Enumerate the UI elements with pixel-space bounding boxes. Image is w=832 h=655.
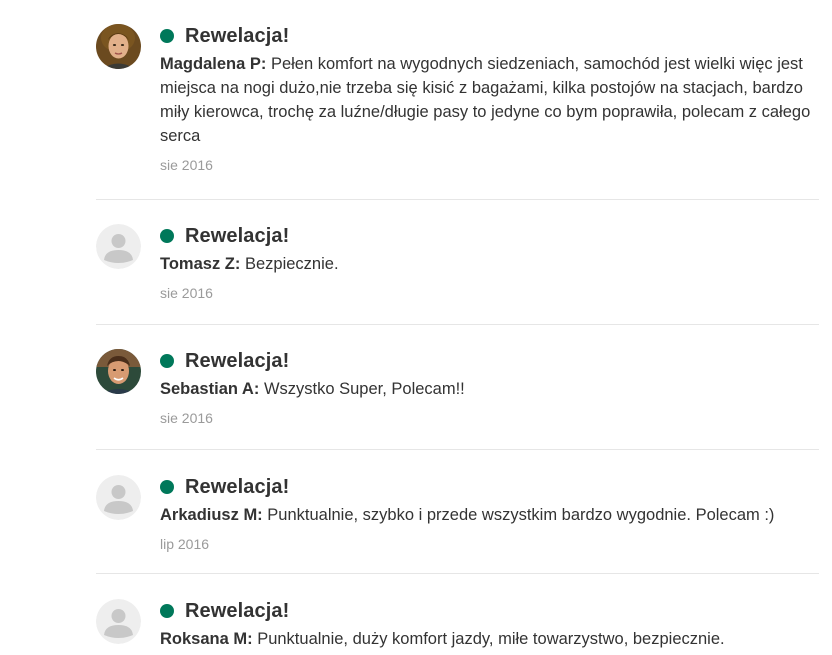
default-user-avatar[interactable] [96,475,141,520]
review-text: Arkadiusz M: Punktualnie, szybko i przed… [160,503,819,527]
rating-label: Rewelacja! [185,24,290,47]
review-content: Rewelacja! Sebastian A: Wszystko Super, … [160,349,819,426]
rating-label: Rewelacja! [185,475,290,498]
rating-dot-icon [160,29,174,43]
rating-dot-icon [160,480,174,494]
rating-label: Rewelacja! [185,349,290,372]
rating-row: Rewelacja! [160,224,819,248]
review-date: sie 2016 [160,157,213,173]
default-user-avatar[interactable] [96,224,141,269]
review-date: sie 2016 [160,285,213,301]
rating-row: Rewelacja! [160,349,819,373]
review-content: Rewelacja! Magdalena P: Pełen komfort na… [160,24,819,173]
review-body: Punktualnie, szybko i przede wszystkim b… [267,506,775,524]
review-content: Rewelacja! Arkadiusz M: Punktualnie, szy… [160,475,819,552]
review-content: Rewelacja! Tomasz Z: Bezpiecznie. sie 20… [160,224,819,301]
review-item: Rewelacja! Magdalena P: Pełen komfort na… [96,0,819,200]
photo-man-avatar[interactable] [96,349,141,394]
rating-row: Rewelacja! [160,475,819,499]
review-date: lip 2016 [160,536,210,552]
rating-row: Rewelacja! [160,24,819,48]
photo-woman-avatar[interactable] [96,24,141,69]
review-body: Wszystko Super, Polecam!! [263,380,465,398]
review-item: Rewelacja! Tomasz Z: Bezpiecznie. sie 20… [96,200,819,325]
rating-row: Rewelacja! [160,599,819,623]
review-text: Magdalena P: Pełen komfort na wygodnych … [160,52,819,148]
rating-dot-icon [160,604,174,618]
review-body: Bezpiecznie. [244,255,339,273]
review-author: Roksana M: [160,630,253,648]
rating-dot-icon [160,229,174,243]
reviews-list: Rewelacja! Magdalena P: Pełen komfort na… [96,0,819,655]
review-author: Arkadiusz M: [160,506,263,524]
rating-label: Rewelacja! [185,224,290,247]
default-user-avatar[interactable] [96,599,141,644]
review-text: Tomasz Z: Bezpiecznie. [160,252,819,276]
review-body: Punktualnie, duży komfort jazdy, miłe to… [257,630,725,648]
review-item: Rewelacja! Sebastian A: Wszystko Super, … [96,325,819,450]
review-text: Roksana M: Punktualnie, duży komfort jaz… [160,627,819,651]
review-content: Rewelacja! Roksana M: Punktualnie, duży … [160,599,819,651]
review-item: Rewelacja! Roksana M: Punktualnie, duży … [96,574,819,655]
review-item: Rewelacja! Arkadiusz M: Punktualnie, szy… [96,450,819,574]
review-text: Sebastian A: Wszystko Super, Polecam!! [160,377,819,401]
rating-label: Rewelacja! [185,599,290,622]
rating-dot-icon [160,354,174,368]
review-date: sie 2016 [160,410,213,426]
review-author: Tomasz Z: [160,255,241,273]
review-author: Sebastian A: [160,380,260,398]
review-author: Magdalena P: [160,55,267,73]
